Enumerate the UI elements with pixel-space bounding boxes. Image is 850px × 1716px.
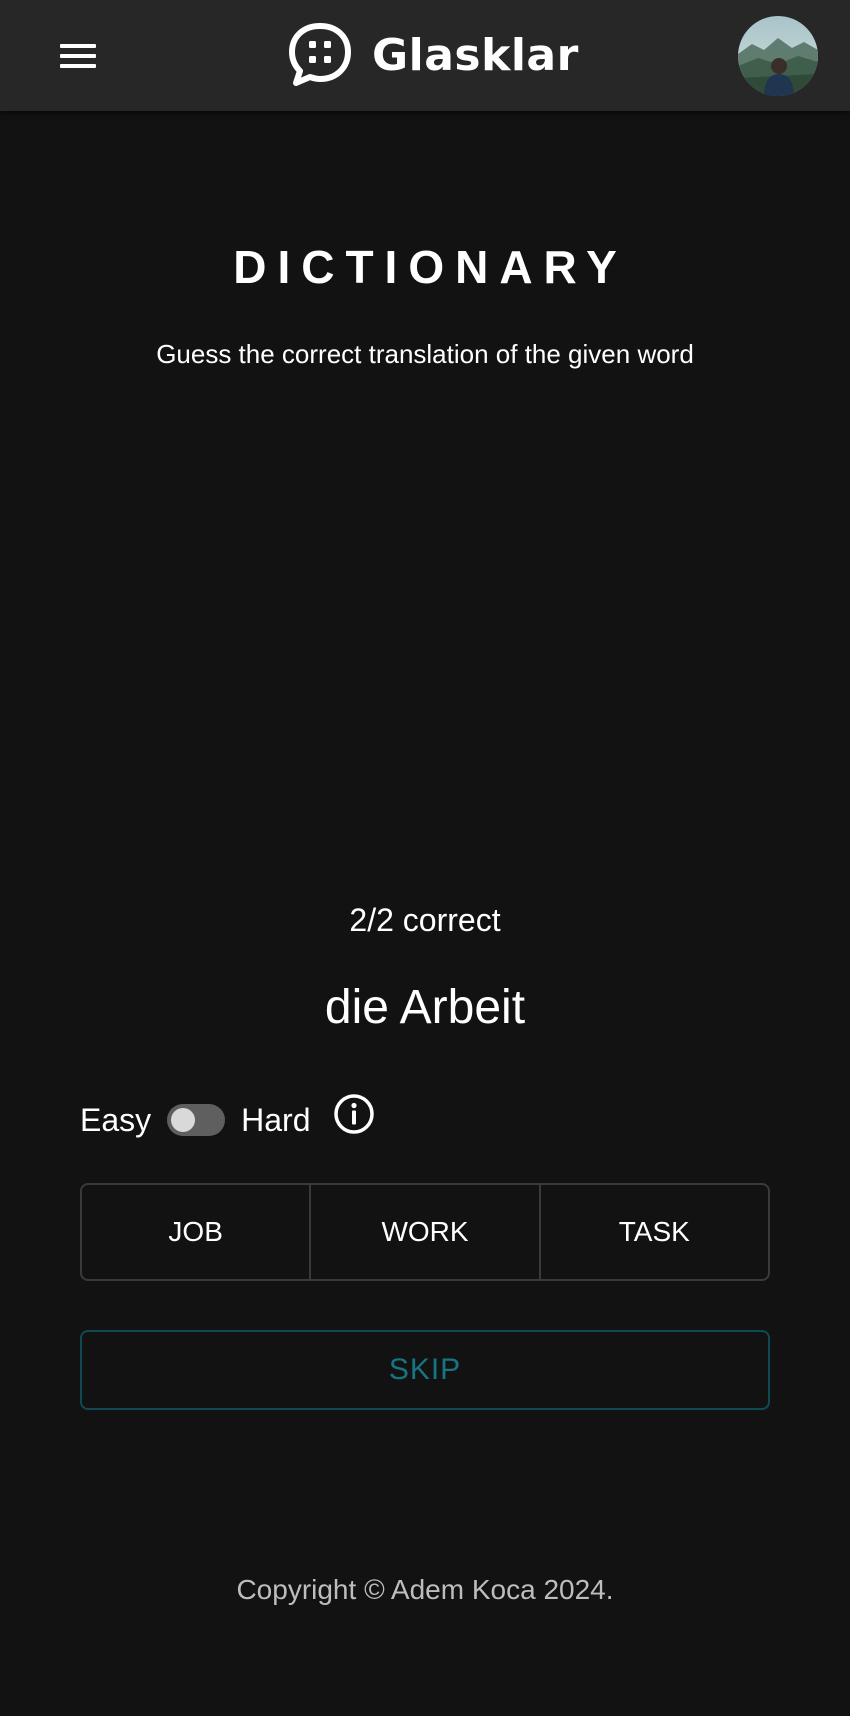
top-app-bar: Glasklar [0, 0, 850, 111]
answer-option-job[interactable]: JOB [82, 1185, 309, 1279]
page-title: DICTIONARY [233, 241, 628, 293]
chat-bubble-logo-icon [289, 23, 351, 86]
footer-copyright: Copyright © Adem Koca 2024. [236, 1574, 614, 1605]
skip-button[interactable]: SKIP [80, 1330, 770, 1410]
score-counter: 2/2 correct [349, 902, 501, 938]
difficulty-easy-label: Easy [80, 1101, 152, 1138]
hamburger-menu-icon[interactable] [58, 38, 100, 74]
switch-knob [171, 1108, 196, 1132]
brand[interactable]: Glasklar [286, 20, 579, 90]
difficulty-toggle-row: Easy Hard [80, 1093, 375, 1145]
user-avatar[interactable] [738, 16, 818, 96]
answer-option-task[interactable]: TASK [538, 1185, 768, 1279]
answer-option-work[interactable]: WORK [309, 1185, 538, 1279]
answer-options: JOB WORK TASK [80, 1183, 770, 1281]
difficulty-hard-label: Hard [241, 1101, 311, 1138]
brand-name: Glasklar [372, 29, 579, 81]
page-subtitle: Guess the correct translation of the giv… [156, 339, 694, 369]
info-icon[interactable] [333, 1093, 375, 1135]
quiz-word: die Arbeit [324, 981, 526, 1034]
difficulty-switch[interactable] [167, 1104, 226, 1136]
